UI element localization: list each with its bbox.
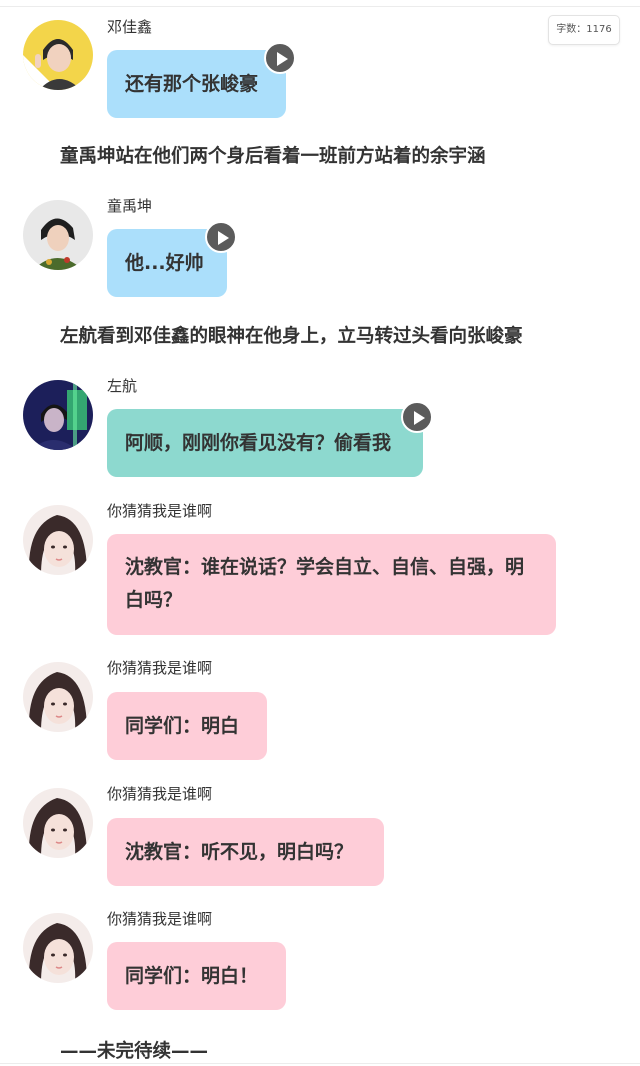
- message-bubble[interactable]: 沈教官：听不见，明白吗？: [107, 818, 384, 886]
- avatar-zuo-hang[interactable]: [23, 380, 93, 450]
- sender-name: 你猜猜我是谁啊: [107, 659, 213, 677]
- to-be-continued-text: ——未完待续——: [60, 1041, 209, 1062]
- sender-name: 你猜猜我是谁啊: [107, 910, 213, 928]
- message-text: 还有那个张峻豪: [125, 73, 259, 95]
- message-text: 同学们：明白！: [125, 965, 259, 987]
- message-bubble[interactable]: 还有那个张峻豪: [107, 50, 286, 118]
- avatar-narrator-girl[interactable]: [23, 913, 93, 983]
- avatar-deng-jiaxin[interactable]: [23, 20, 93, 90]
- sender-name: 左航: [107, 377, 138, 395]
- sender-name: 你猜猜我是谁啊: [107, 785, 213, 803]
- bottom-divider: [0, 1063, 640, 1064]
- message-text-line: 沈教官：谁在说话？学会自立、自信、自强，明: [125, 556, 525, 578]
- top-divider: [0, 6, 640, 7]
- avatar-tong-yukun[interactable]: [23, 200, 93, 270]
- message-text: 他...好帅: [125, 252, 204, 274]
- message-bubble[interactable]: 同学们：明白: [107, 692, 267, 760]
- sender-name: 你猜猜我是谁啊: [107, 502, 213, 520]
- narration-text: 左航看到邓佳鑫的眼神在他身上，立马转过头看向张峻豪: [60, 326, 523, 347]
- sender-name: 童禹坤: [107, 197, 153, 215]
- word-count-badge: 字数：1176: [548, 15, 620, 45]
- message-text: 阿顺，刚刚你看见没有？偷看我: [125, 432, 392, 454]
- voice-play-icon[interactable]: [264, 42, 296, 74]
- message-text: 沈教官：听不见，明白吗？: [125, 841, 354, 863]
- narration-text: 童禹坤站在他们两个身后看着一班前方站着的余宇涵: [60, 146, 486, 167]
- message-text: 同学们：明白: [125, 715, 240, 737]
- voice-play-icon[interactable]: [401, 401, 433, 433]
- voice-play-icon[interactable]: [205, 221, 237, 253]
- avatar-narrator-girl[interactable]: [23, 505, 93, 575]
- message-bubble[interactable]: 阿顺，刚刚你看见没有？偷看我: [107, 409, 423, 477]
- message-text-line: 白吗？: [125, 589, 183, 611]
- message-bubble[interactable]: 沈教官：谁在说话？学会自立、自信、自强，明 白吗？: [107, 534, 556, 635]
- sender-name: 邓佳鑫: [107, 18, 153, 36]
- avatar-narrator-girl[interactable]: [23, 788, 93, 858]
- message-bubble[interactable]: 同学们：明白！: [107, 942, 286, 1010]
- avatar-narrator-girl[interactable]: [23, 662, 93, 732]
